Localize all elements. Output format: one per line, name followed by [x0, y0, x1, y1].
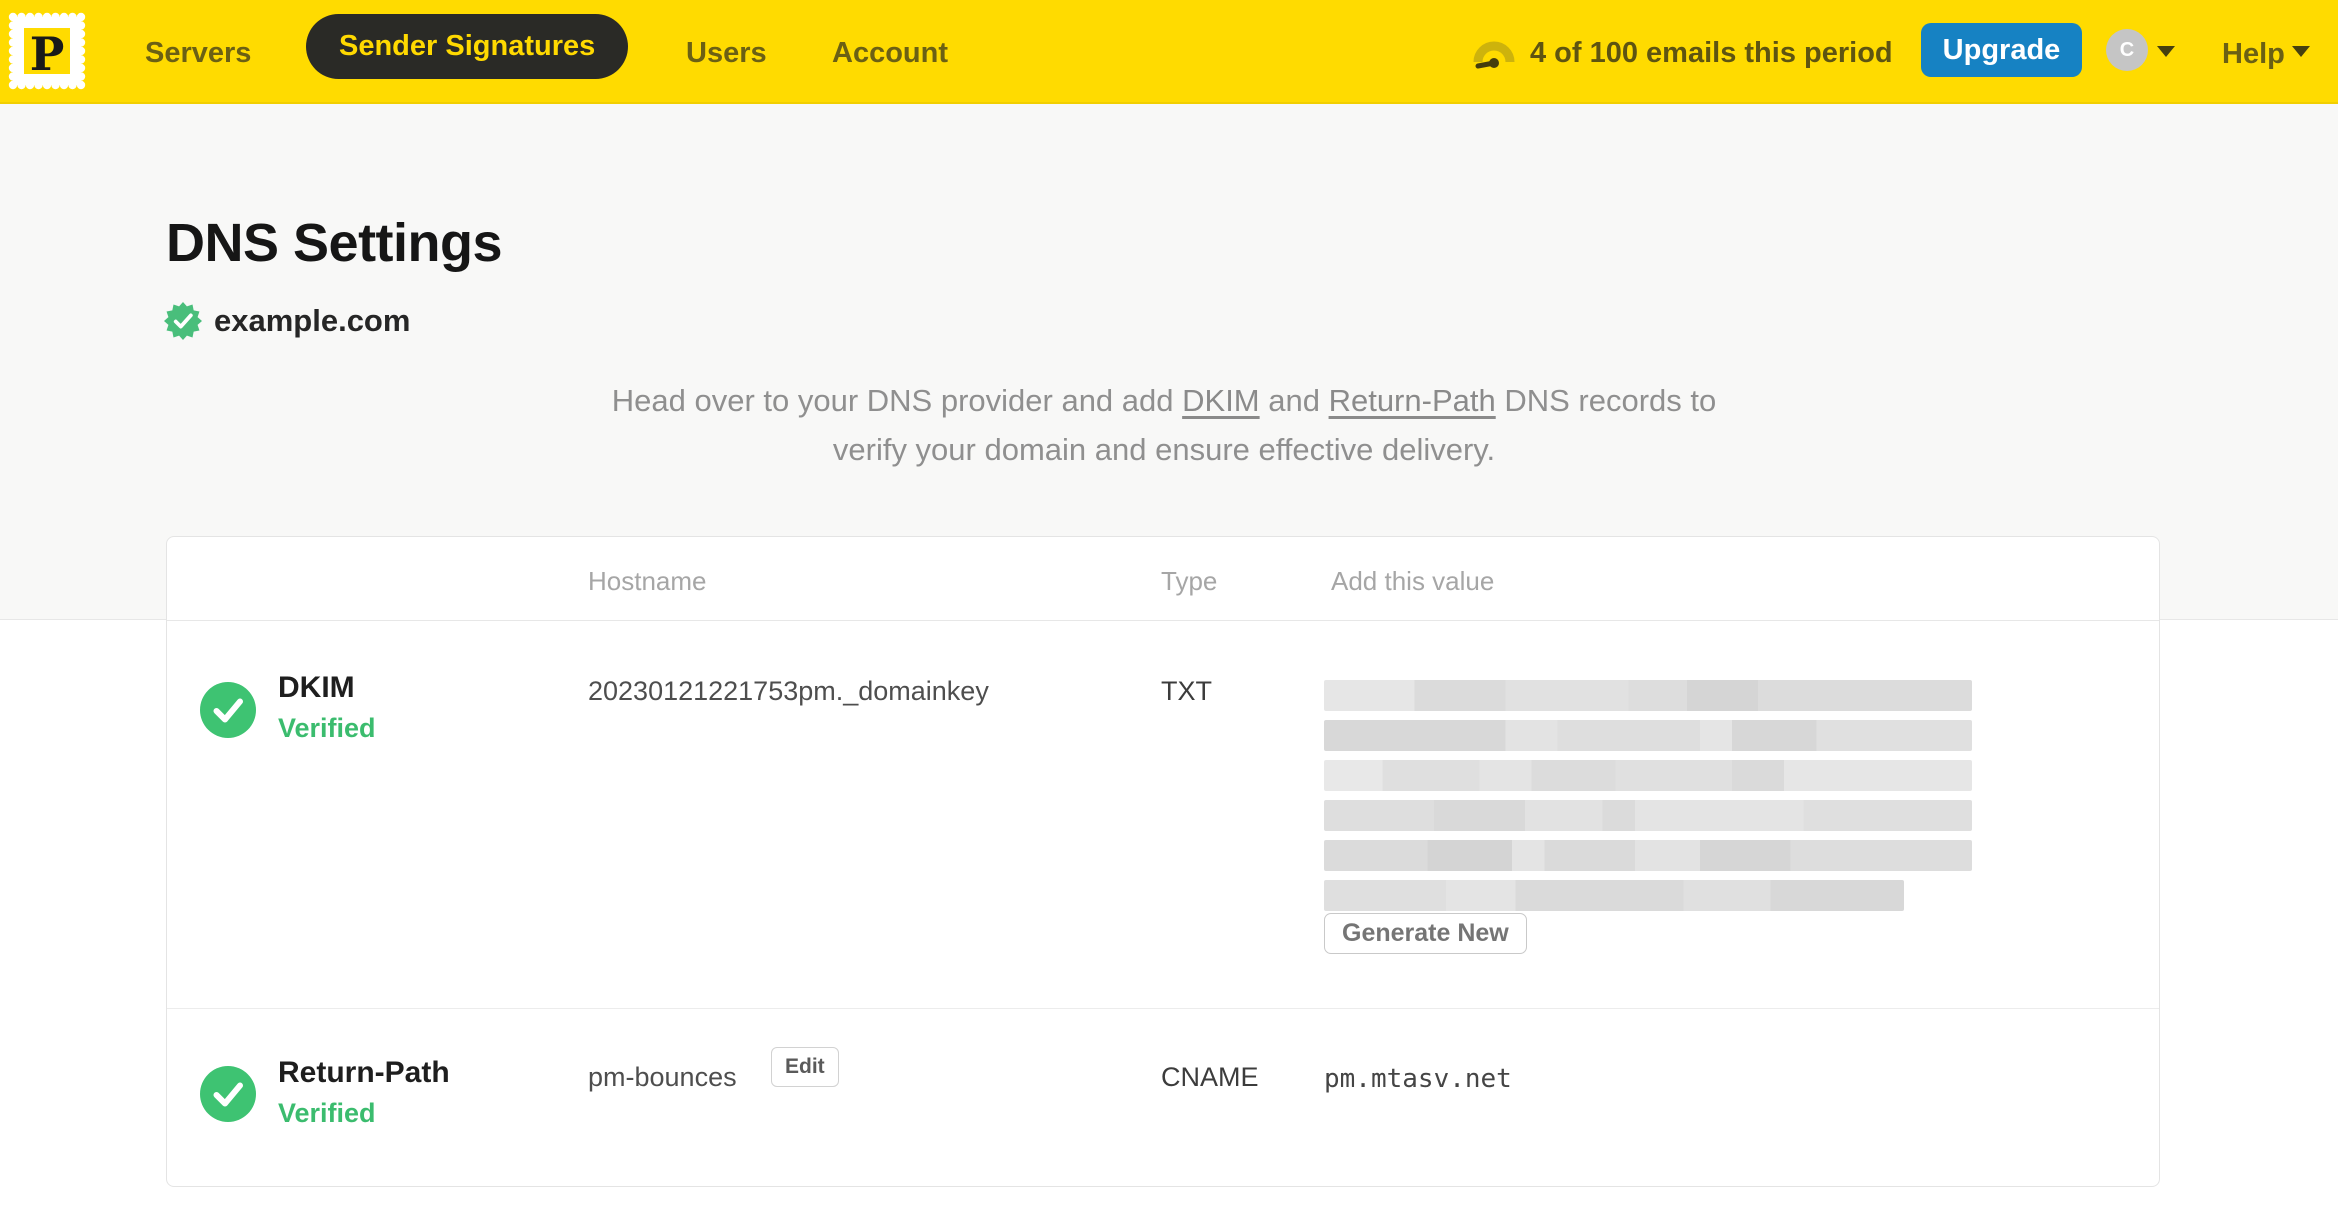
page-description: Head over to your DNS provider and add D…: [534, 376, 1794, 474]
domain-name: example.com: [214, 303, 411, 338]
edit-return-path-button[interactable]: Edit: [771, 1047, 839, 1087]
help-menu[interactable]: Help: [2222, 37, 2285, 71]
return-path-link[interactable]: Return-Path: [1329, 383, 1496, 418]
verified-check-icon: [200, 682, 256, 738]
postmark-logo-icon[interactable]: P: [7, 11, 87, 91]
redacted-value-line: [1324, 760, 1972, 791]
record-value: pm.mtasv.net: [1324, 1064, 1512, 1094]
record-name: Return-Path: [278, 1056, 450, 1089]
record-status: Verified: [278, 713, 376, 743]
redacted-value-line: [1324, 680, 1972, 711]
table-row-return-path: Return-Path Verified pm-bounces Edit CNA…: [167, 1010, 2159, 1186]
record-type: TXT: [1161, 676, 1212, 706]
top-navbar: P Servers Sender Signatures Users Accoun…: [0, 0, 2338, 104]
description-text: and: [1259, 383, 1329, 418]
upgrade-button[interactable]: Upgrade: [1921, 23, 2082, 77]
table-row-dkim: DKIM Verified 20230121221753pm._domainke…: [167, 621, 2159, 1009]
redacted-value-line: [1324, 720, 1972, 751]
redacted-dkim-value: [1324, 680, 1972, 920]
generate-new-button[interactable]: Generate New: [1324, 913, 1527, 954]
usage-gauge-icon: [1473, 41, 1515, 69]
dkim-link[interactable]: DKIM: [1182, 383, 1260, 418]
user-avatar[interactable]: C: [2106, 29, 2148, 71]
description-text: verify your domain and ensure effective …: [832, 432, 1496, 467]
description-text: DNS records to: [1495, 383, 1717, 418]
usage-counter: 4 of 100 emails this period: [1530, 37, 1893, 69]
nav-item-account[interactable]: Account: [832, 36, 948, 70]
nav-item-sender-signatures[interactable]: Sender Signatures: [306, 14, 629, 79]
page-title: DNS Settings: [166, 213, 503, 273]
column-header-hostname: Hostname: [588, 566, 707, 596]
column-header-value: Add this value: [1331, 566, 1495, 596]
record-status: Verified: [278, 1098, 376, 1128]
nav-item-servers[interactable]: Servers: [145, 36, 251, 70]
domain-row: example.com: [164, 302, 410, 340]
help-menu-caret-icon[interactable]: [2292, 46, 2310, 57]
description-text: Head over to your DNS provider and add: [611, 383, 1183, 418]
redacted-value-line: [1324, 880, 1904, 911]
logo-letter: P: [30, 27, 65, 81]
record-hostname: pm-bounces: [588, 1062, 737, 1092]
record-hostname: 20230121221753pm._domainkey: [588, 676, 989, 706]
record-type: CNAME: [1161, 1062, 1259, 1092]
dns-records-card: Hostname Type Add this value DKIM Verifi…: [166, 536, 2160, 1187]
verified-seal-icon: [164, 302, 202, 340]
avatar-menu-caret-icon[interactable]: [2157, 46, 2175, 57]
table-header-row: Hostname Type Add this value: [167, 537, 2159, 621]
redacted-value-line: [1324, 800, 1972, 831]
nav-item-users[interactable]: Users: [686, 36, 767, 70]
record-name: DKIM: [278, 671, 355, 704]
verified-check-icon: [200, 1066, 256, 1122]
redacted-value-line: [1324, 840, 1972, 871]
column-header-type: Type: [1161, 566, 1218, 596]
